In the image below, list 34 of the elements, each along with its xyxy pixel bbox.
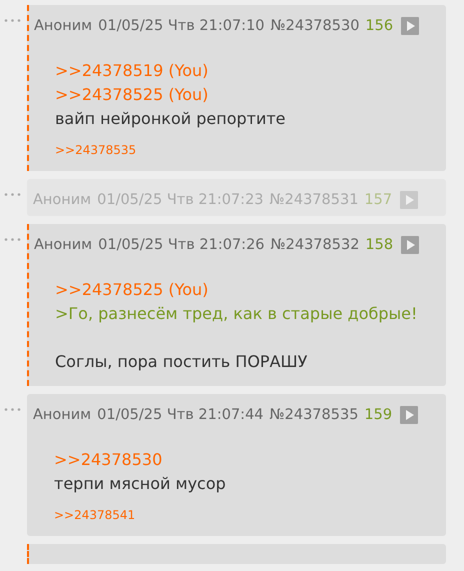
post-index: 156 (365, 18, 394, 34)
post-number[interactable]: №24378530 (270, 18, 360, 34)
more-icon[interactable] (4, 18, 21, 23)
play-icon[interactable] (401, 236, 420, 254)
play-icon[interactable] (400, 406, 418, 424)
quote-text: >Го, разнесём тред, как в старые добрые! (55, 303, 418, 325)
post-index: 157 (364, 192, 392, 208)
post-date: 01/05/25 Чтв 21:07:44 (97, 407, 264, 423)
post-date: 01/05/25 Чтв 21:07:26 (98, 237, 265, 253)
more-icon[interactable] (4, 237, 21, 242)
post-date: 01/05/25 Чтв 21:07:10 (98, 18, 265, 34)
reply-link[interactable]: >>24378535 (55, 141, 136, 159)
post-number[interactable]: №24378535 (270, 407, 358, 423)
post-text: Соглы, пора постить ПОРАШУ (55, 351, 308, 373)
post-index: 158 (365, 237, 394, 253)
reply-link[interactable]: >>24378519 (You) (55, 59, 446, 83)
more-icon[interactable] (4, 192, 21, 197)
post-author: Аноним (33, 407, 92, 423)
post-author: Аноним (33, 192, 92, 208)
post-number[interactable]: №24378532 (270, 237, 360, 253)
play-icon[interactable] (401, 17, 420, 35)
play-icon[interactable] (400, 191, 418, 209)
post-number[interactable]: №24378531 (270, 192, 358, 208)
post-text: терпи мясной мусор (54, 473, 227, 495)
reply-link[interactable]: >>24378525 (You) (55, 278, 446, 302)
post-index: 159 (364, 407, 392, 423)
reply-link[interactable]: >>24378541 (54, 506, 136, 524)
post-date: 01/05/25 Чтв 21:07:23 (97, 192, 264, 208)
reply-link[interactable]: >>24378525 (You) (55, 83, 446, 107)
more-icon[interactable] (4, 407, 21, 412)
post-author: Аноним (34, 237, 92, 253)
reply-link[interactable]: >>24378530 (54, 448, 446, 472)
post-text: вайп нейронкой репортите (55, 108, 287, 130)
post-author: Аноним (34, 18, 92, 34)
